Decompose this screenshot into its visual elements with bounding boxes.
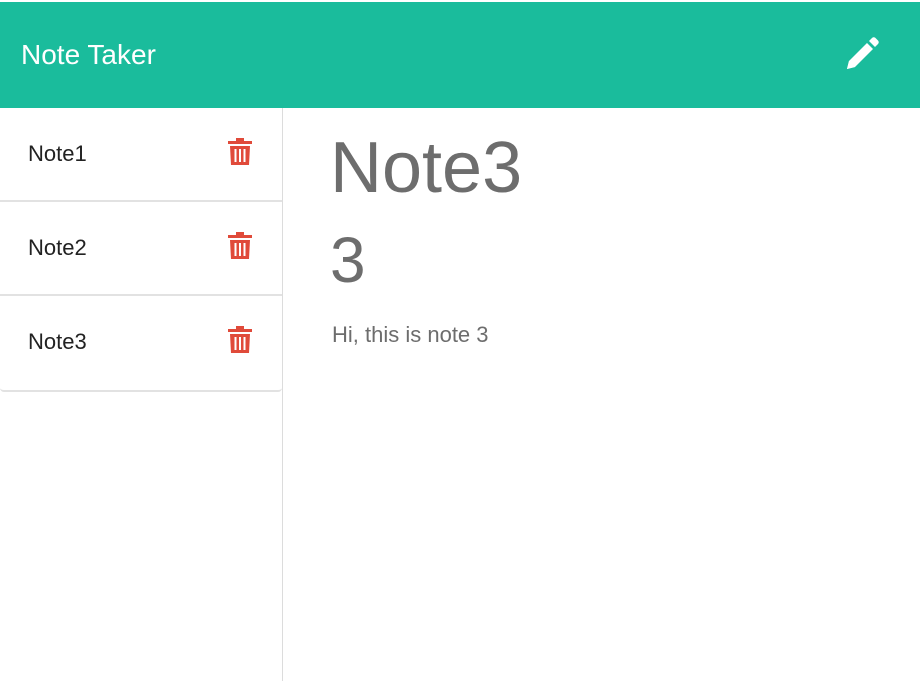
note-list-item[interactable]: Note1 [0, 108, 282, 202]
note-title-field[interactable]: Note3 [330, 128, 522, 208]
note-text-field[interactable]: Hi, this is note 3 [332, 320, 489, 350]
trash-icon[interactable] [228, 326, 252, 354]
app-title[interactable]: Note Taker [21, 38, 156, 72]
trash-icon[interactable] [228, 138, 252, 166]
note-list-item[interactable]: Note2 [0, 202, 282, 296]
note-list: Note1 Note2 Note3 [0, 108, 282, 392]
notes-sidebar: Note1 Note2 Note3 [0, 108, 283, 681]
app-header: Note Taker [0, 0, 920, 108]
note-editor: Note3 3 Hi, this is note 3 [284, 108, 920, 681]
note-title[interactable]: Note1 [28, 140, 87, 168]
note-list-item[interactable]: Note3 [0, 296, 282, 390]
pencil-icon [847, 37, 879, 69]
note-number[interactable]: 3 [330, 224, 366, 296]
new-note-button[interactable] [836, 30, 886, 80]
note-title[interactable]: Note2 [28, 234, 87, 262]
note-title[interactable]: Note3 [28, 328, 87, 356]
trash-icon[interactable] [228, 232, 252, 260]
